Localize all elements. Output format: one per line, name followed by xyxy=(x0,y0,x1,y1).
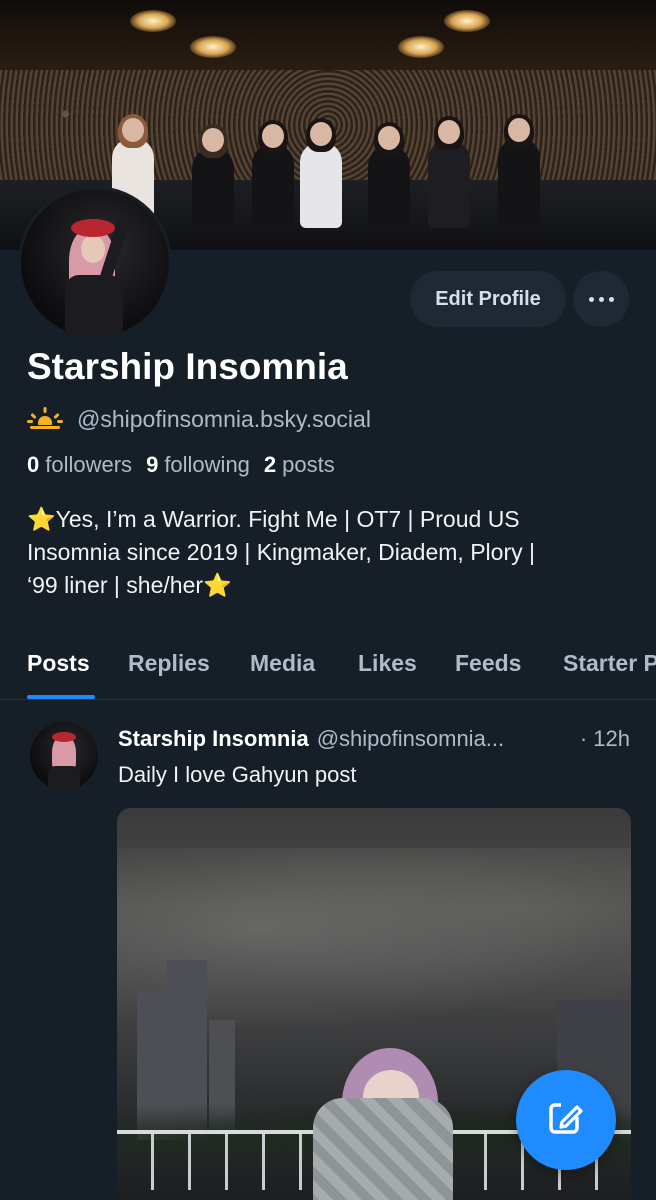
ellipsis-icon xyxy=(588,296,594,302)
chandelier-light xyxy=(190,36,236,58)
post-timestamp[interactable]: · 12h xyxy=(578,726,630,752)
following-label: following xyxy=(164,452,250,477)
profile-tabs: Posts Replies Media Likes Feeds Starter … xyxy=(0,640,656,700)
banner-ceiling xyxy=(0,0,656,70)
posts-stat: 2 posts xyxy=(264,452,335,478)
image-person-towel xyxy=(313,1098,453,1200)
compose-button[interactable] xyxy=(516,1070,616,1170)
tab-feeds[interactable]: Feeds xyxy=(455,650,521,677)
profile-handle[interactable]: @shipofinsomnia.bsky.social xyxy=(77,406,371,433)
handle-row: @shipofinsomnia.bsky.social xyxy=(27,404,371,434)
posts-count: 2 xyxy=(263,452,277,477)
tab-media[interactable]: Media xyxy=(250,650,315,677)
banner-member xyxy=(428,116,470,228)
chandelier-light xyxy=(398,36,444,58)
following-count: 9 xyxy=(146,452,159,477)
banner-member xyxy=(300,118,342,228)
bio-line-3: ‘99 liner | she/her⭐ xyxy=(27,569,627,602)
tab-posts[interactable]: Posts xyxy=(27,650,90,677)
followers-label: followers xyxy=(45,452,133,477)
post-header: Starship Insomnia @shipofinsomnia... · 1… xyxy=(118,726,638,752)
sunrise-icon xyxy=(27,405,63,433)
tab-replies[interactable]: Replies xyxy=(128,650,210,677)
star-icon: ⭐ xyxy=(27,506,56,532)
active-tab-indicator xyxy=(27,695,95,699)
tab-likes[interactable]: Likes xyxy=(358,650,417,677)
chandelier-light xyxy=(444,10,490,32)
compose-icon xyxy=(546,1098,586,1143)
bio-text-3: ‘99 liner | she/her xyxy=(27,572,204,598)
followers-count: 0 xyxy=(27,452,40,477)
tab-starter-packs[interactable]: Starter Packs xyxy=(563,650,656,677)
post-author-avatar[interactable] xyxy=(30,722,98,790)
banner-member xyxy=(498,114,540,228)
edit-profile-button[interactable]: Edit Profile xyxy=(410,271,566,327)
profile-bio: ⭐Yes, I’m a Warrior. Fight Me | OT7 | Pr… xyxy=(27,503,627,602)
post-author-name[interactable]: Starship Insomnia xyxy=(118,726,309,752)
chandelier-light xyxy=(130,10,176,32)
banner-member xyxy=(368,122,410,228)
avatar-image xyxy=(21,189,169,337)
ellipsis-icon-dot xyxy=(608,296,614,302)
profile-avatar[interactable] xyxy=(18,186,172,340)
bio-line-1: ⭐Yes, I’m a Warrior. Fight Me | OT7 | Pr… xyxy=(27,503,627,536)
post-author-handle[interactable]: @shipofinsomnia... xyxy=(317,726,504,752)
banner-member xyxy=(192,124,234,228)
more-options-button[interactable] xyxy=(573,271,629,327)
bio-line-2: Insomnia since 2019 | Kingmaker, Diadem,… xyxy=(27,539,535,565)
star-icon: ⭐ xyxy=(203,572,232,598)
display-name: Starship Insomnia xyxy=(27,346,348,387)
followers-stat[interactable]: 0 followers xyxy=(27,452,132,478)
ellipsis-icon-dot xyxy=(598,296,604,302)
posts-label: posts xyxy=(282,452,335,477)
bio-text-1: Yes, I’m a Warrior. Fight Me | OT7 | Pro… xyxy=(55,506,520,532)
profile-stats: 0 followers 9 following 2 posts xyxy=(27,452,349,478)
following-stat[interactable]: 9 following xyxy=(146,452,250,478)
banner-member xyxy=(252,120,294,228)
post-text: Daily I love Gahyun post xyxy=(118,762,357,787)
